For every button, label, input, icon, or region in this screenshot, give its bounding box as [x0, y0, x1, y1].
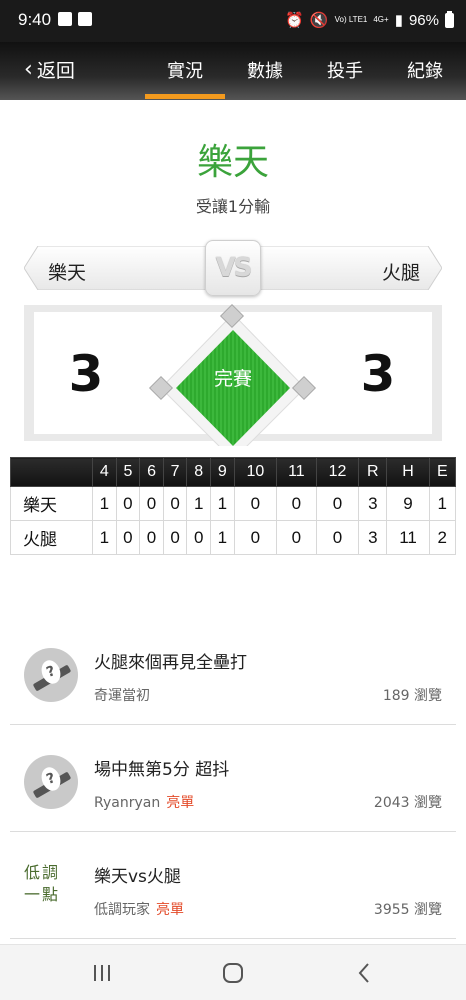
mute-icon: 🔇 — [309, 12, 329, 29]
list-item[interactable]: ? 火腿來個再見全壘打 奇運當初 189 瀏覽 — [10, 618, 456, 725]
highlight-badge: 亮單 — [166, 795, 195, 811]
table-cell: 0 — [115, 486, 141, 521]
highlight-badge: 亮單 — [156, 902, 184, 918]
header-inning: 8 — [186, 457, 212, 487]
post-author: Ryanryan 亮單 — [94, 795, 195, 811]
back-arrow-icon — [358, 963, 369, 983]
avatar: 低調 一點 — [24, 863, 61, 904]
post-author: 奇運當初 — [94, 688, 150, 704]
list-item[interactable]: 低調 一點 樂天vs火腿 低調玩家 亮單 3955 瀏覽 — [10, 832, 456, 939]
linescore-header-row: 4 5 6 7 8 9 10 11 12 R H E — [10, 457, 457, 487]
app-header: ‹ 返回 實況 數據 投手 紀錄 — [0, 42, 466, 100]
result-subtitle: 受讓1分輸 — [195, 197, 271, 216]
winner-team: 樂天 — [196, 142, 269, 183]
post-title: 樂天vs火腿 — [94, 867, 181, 887]
header-inning: 5 — [115, 457, 141, 487]
away-score: 3 — [68, 345, 104, 403]
table-cell: 0 — [139, 486, 164, 521]
game-status: 完賽 — [213, 368, 252, 390]
tab-stats[interactable]: 數據 — [225, 57, 305, 83]
tab-bar: 實況 數據 投手 紀錄 — [0, 42, 466, 100]
table-cell: 1 — [92, 520, 117, 555]
post-title: 場中無第5分 超抖 — [94, 760, 230, 780]
header-inning: 12 — [315, 457, 360, 487]
back-nav-button[interactable] — [334, 945, 394, 1000]
list-item[interactable]: ? 場中無第5分 超抖 Ryanryan 亮單 2043 瀏覽 — [10, 725, 456, 832]
battery-percent: 96% — [408, 11, 439, 29]
table-cell: 1 — [92, 486, 117, 521]
header-runs: R — [358, 457, 388, 487]
row-team: 樂天 — [10, 486, 93, 521]
volte-label: Vo) LTE1 — [334, 15, 368, 24]
table-cell: 0 — [115, 520, 141, 555]
tab-records[interactable]: 紀錄 — [385, 57, 465, 83]
header-inning: 10 — [233, 457, 278, 487]
table-cell: 11 — [386, 520, 430, 555]
recent-apps-button[interactable] — [72, 945, 132, 1000]
table-cell: 9 — [386, 486, 430, 521]
table-cell: 2 — [428, 520, 457, 555]
header-hits: H — [386, 457, 430, 487]
post-author: 低調玩家 亮單 — [94, 902, 184, 918]
tab-pitchers[interactable]: 投手 — [305, 57, 385, 83]
alarm-icon: ⏰ — [285, 12, 304, 29]
gallery-notification-icon — [58, 12, 72, 26]
table-cell: 0 — [276, 520, 317, 555]
header-team-col — [10, 457, 93, 487]
table-row: 火腿 1 0 0 0 0 1 0 0 0 3 11 2 — [10, 520, 457, 555]
network-label: 4G+ — [373, 15, 389, 24]
header-inning: 7 — [162, 457, 188, 487]
signal-icon: ▮ — [394, 12, 403, 29]
table-cell: 1 — [186, 486, 212, 521]
status-time: 9:40 — [18, 10, 52, 29]
recent-apps-icon — [94, 965, 110, 981]
table-cell: 1 — [210, 520, 235, 555]
table-cell: 3 — [358, 486, 388, 521]
table-cell: 0 — [186, 520, 212, 555]
system-nav-bar — [0, 944, 466, 1000]
vs-badge: VS — [205, 240, 261, 296]
header-inning: 9 — [210, 457, 235, 487]
row-team: 火腿 — [10, 520, 93, 555]
table-cell: 0 — [139, 520, 164, 555]
check-notification-icon — [78, 12, 92, 26]
post-views: 3955 瀏覽 — [373, 902, 442, 918]
avatar: ? — [24, 648, 78, 702]
home-icon — [223, 963, 243, 983]
tab-live[interactable]: 實況 — [145, 57, 225, 83]
battery-icon — [445, 10, 454, 28]
table-cell: 1 — [210, 486, 235, 521]
post-views: 189 瀏覽 — [382, 688, 442, 704]
header-errors: E — [428, 457, 457, 487]
post-list: ? 火腿來個再見全壘打 奇運當初 189 瀏覽 ? 場中無第5分 超抖 Ryan… — [10, 618, 456, 939]
header-inning: 11 — [276, 457, 317, 487]
away-team-name: 樂天 — [48, 262, 87, 284]
table-cell: 0 — [162, 486, 188, 521]
table-cell: 3 — [358, 520, 388, 555]
post-views: 2043 瀏覽 — [373, 795, 442, 811]
table-cell: 0 — [162, 520, 188, 555]
table-cell: 1 — [428, 486, 457, 521]
table-cell: 0 — [315, 520, 360, 555]
post-title: 火腿來個再見全壘打 — [94, 653, 247, 673]
active-tab-indicator — [145, 94, 225, 99]
table-cell: 0 — [315, 486, 360, 521]
table-cell: 0 — [233, 486, 278, 521]
linescore-table: 4 5 6 7 8 9 10 11 12 R H E 樂天 1 0 0 0 1 … — [10, 457, 457, 555]
table-cell: 0 — [276, 486, 317, 521]
home-team-name: 火腿 — [381, 262, 420, 284]
avatar: ? — [24, 755, 78, 809]
status-bar: 9:40 ⏰ 🔇 Vo) LTE1 4G+ ▮ 96% — [0, 0, 466, 42]
header-inning: 4 — [92, 457, 117, 487]
table-cell: 0 — [233, 520, 278, 555]
home-button[interactable] — [203, 945, 263, 1000]
table-row: 樂天 1 0 0 0 1 1 0 0 0 3 9 1 — [10, 486, 457, 521]
header-inning: 6 — [139, 457, 164, 487]
home-score: 3 — [360, 345, 396, 403]
